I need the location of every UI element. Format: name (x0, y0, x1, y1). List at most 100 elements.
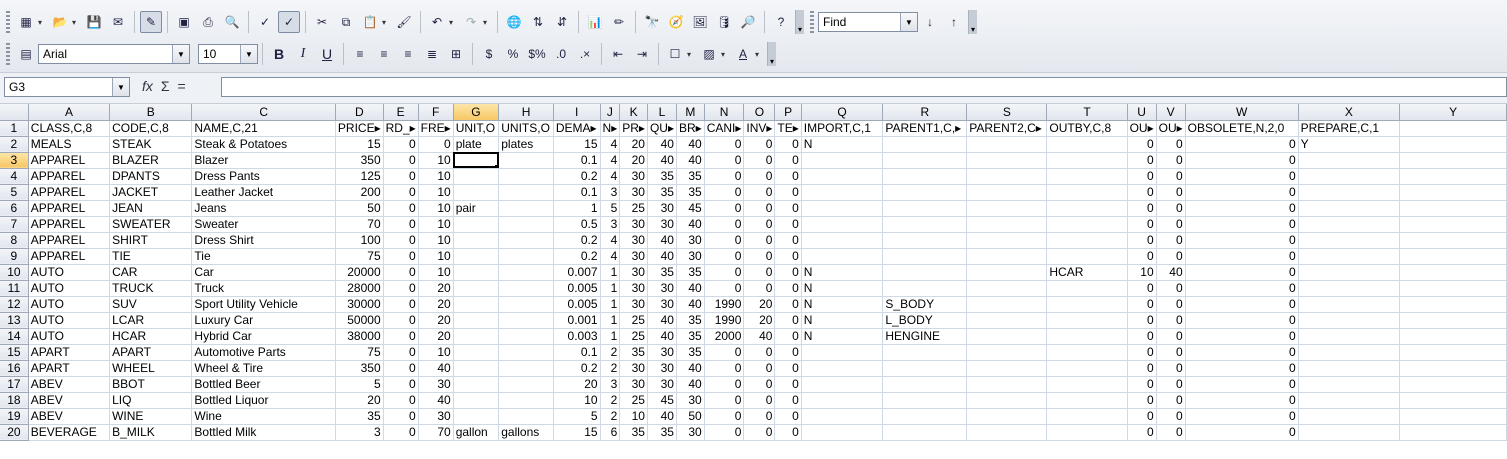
cell[interactable] (1046, 328, 1128, 345)
cell[interactable]: PR▸ (619, 120, 648, 137)
cell[interactable] (801, 248, 884, 265)
cell[interactable] (882, 376, 968, 393)
cell[interactable] (453, 168, 500, 185)
redo-dropdown-icon[interactable]: ▾ (483, 11, 491, 33)
cell[interactable]: N (801, 312, 884, 329)
cell[interactable] (801, 344, 884, 361)
cell[interactable] (801, 184, 884, 201)
cell[interactable]: gallons (498, 424, 554, 441)
cell[interactable] (498, 296, 554, 313)
cell[interactable]: Bottled Liquor (191, 392, 336, 409)
cell[interactable]: 30 (619, 376, 648, 393)
cell[interactable]: 2 (600, 408, 621, 425)
cell[interactable] (882, 280, 968, 297)
cell[interactable]: 30 (418, 408, 454, 425)
find-next-icon[interactable]: ↓ (919, 11, 941, 33)
cell[interactable]: 0 (383, 264, 419, 281)
cell[interactable]: 0 (1156, 392, 1186, 409)
cell[interactable] (1399, 296, 1507, 313)
cell[interactable]: N (801, 136, 884, 153)
cell[interactable]: 40 (676, 216, 705, 233)
cell[interactable]: 40 (676, 280, 705, 297)
cell[interactable] (453, 344, 500, 361)
cell[interactable]: 40 (647, 328, 677, 345)
cell[interactable] (1399, 408, 1507, 425)
cell[interactable]: 0.1 (553, 184, 601, 201)
cell[interactable] (1399, 424, 1507, 441)
cell[interactable]: 40 (743, 328, 776, 345)
cell[interactable]: 0.005 (553, 280, 601, 297)
cell[interactable] (1298, 280, 1401, 297)
font-size-select[interactable]: 10 ▼ (198, 44, 258, 64)
cell[interactable]: 30 (619, 232, 648, 249)
font-name-select[interactable]: Arial ▼ (38, 44, 190, 64)
cell[interactable]: 0 (1156, 296, 1186, 313)
cell[interactable]: TE▸ (774, 120, 802, 137)
cell[interactable] (966, 360, 1048, 377)
cell[interactable]: 70 (335, 216, 384, 233)
row-header[interactable]: 8 (0, 232, 29, 249)
row-header[interactable]: 14 (0, 328, 29, 345)
cell[interactable]: 30 (647, 360, 677, 377)
cell[interactable]: WINE (109, 408, 193, 425)
cell[interactable]: 0 (704, 280, 745, 297)
cell[interactable]: 4 (600, 168, 621, 185)
cell[interactable]: N (801, 280, 884, 297)
cell[interactable] (1399, 328, 1507, 345)
cell[interactable]: 0 (383, 184, 419, 201)
standard-format-icon[interactable]: $% (526, 43, 548, 65)
cell[interactable]: 0 (704, 392, 745, 409)
cell[interactable]: 0 (743, 392, 776, 409)
cell[interactable]: 30 (647, 200, 677, 217)
align-center-icon[interactable]: ≡ (373, 43, 395, 65)
cell[interactable]: 5 (600, 200, 621, 217)
cell[interactable] (1399, 200, 1507, 217)
cell[interactable]: CODE,C,8 (109, 120, 193, 137)
cell[interactable]: 50 (676, 408, 705, 425)
cell[interactable]: 10 (553, 392, 601, 409)
sort-ascending-icon[interactable]: ⇅ (527, 11, 549, 33)
cell[interactable]: 0 (743, 376, 776, 393)
cell[interactable]: Sweater (191, 216, 336, 233)
cell[interactable]: APPAREL (28, 168, 111, 185)
cell[interactable]: 20 (743, 312, 776, 329)
cell[interactable]: 0 (383, 136, 419, 153)
cell[interactable] (882, 136, 968, 153)
cell[interactable]: 0 (1127, 328, 1157, 345)
cell[interactable]: 0 (1127, 184, 1157, 201)
column-header[interactable]: A (28, 104, 111, 121)
cell[interactable]: Y (1298, 136, 1401, 153)
cell[interactable]: Hybrid Car (191, 328, 336, 345)
zoom-icon[interactable]: 🔎 (737, 11, 759, 33)
cell[interactable] (966, 152, 1048, 169)
help-icon[interactable]: ? (770, 11, 792, 33)
cell[interactable]: 20 (418, 280, 454, 297)
cell[interactable]: 0 (1156, 360, 1186, 377)
cell[interactable]: IMPORT,C,1 (801, 120, 884, 137)
cell[interactable]: 0 (704, 200, 745, 217)
cell[interactable] (966, 248, 1048, 265)
cell[interactable]: 30 (676, 392, 705, 409)
cell[interactable]: APART (28, 360, 111, 377)
cell[interactable]: 0 (774, 136, 802, 153)
cell[interactable]: 0 (1127, 152, 1157, 169)
cell[interactable] (801, 360, 884, 377)
cell[interactable] (966, 184, 1048, 201)
increase-indent-icon[interactable]: ⇥ (631, 43, 653, 65)
find-input[interactable]: Find ▼ (818, 12, 918, 32)
cell[interactable]: 0 (1127, 360, 1157, 377)
cell[interactable] (966, 344, 1048, 361)
cell[interactable]: 0 (774, 216, 802, 233)
cell[interactable]: 0 (774, 408, 802, 425)
cell[interactable] (453, 184, 500, 201)
cell[interactable]: BLAZER (109, 152, 193, 169)
cell[interactable] (1046, 168, 1128, 185)
cell[interactable]: 0 (1185, 232, 1299, 249)
column-header[interactable]: C (191, 104, 336, 121)
cell[interactable]: 0.1 (553, 344, 601, 361)
cell[interactable] (453, 216, 500, 233)
cell[interactable]: AUTO (28, 280, 111, 297)
cell[interactable]: 20 (418, 312, 454, 329)
cell[interactable]: STEAK (109, 136, 193, 153)
column-header[interactable]: G (453, 104, 500, 121)
